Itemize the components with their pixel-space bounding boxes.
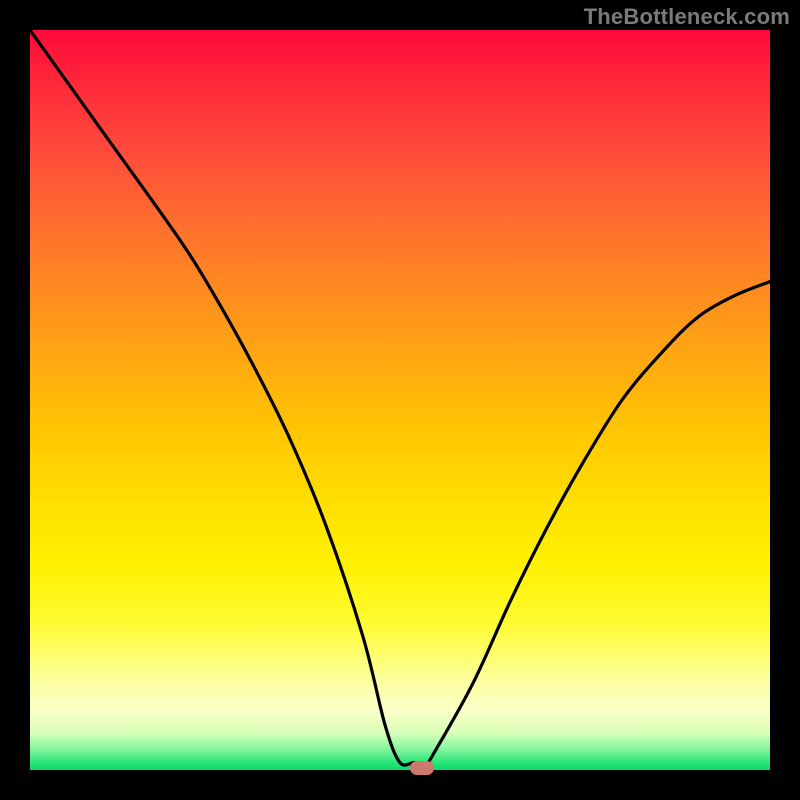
chart-frame: TheBottleneck.com [0,0,800,800]
watermark-label: TheBottleneck.com [584,4,790,30]
plot-area [30,30,770,770]
bottleneck-curve [30,30,770,770]
minimum-marker-icon [410,761,434,775]
